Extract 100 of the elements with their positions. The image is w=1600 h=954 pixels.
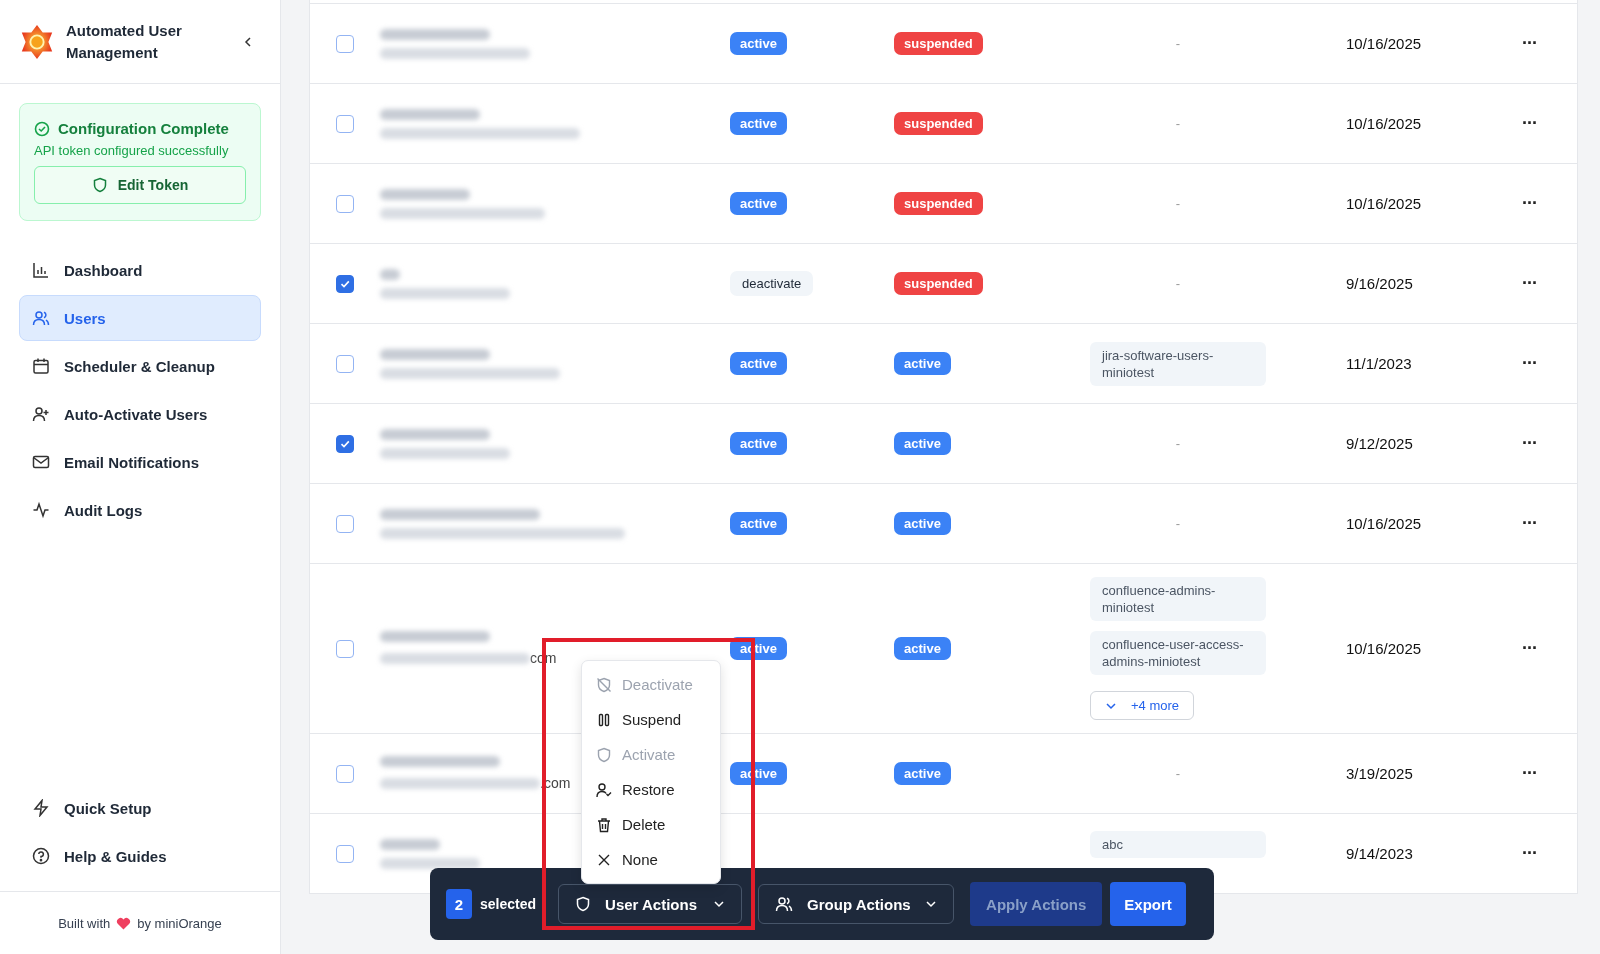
- users-icon: [775, 895, 794, 913]
- status-badge: active: [730, 352, 787, 375]
- empty-groups-dash: -: [1175, 116, 1181, 131]
- user-actions-dropdown[interactable]: User Actions: [558, 884, 743, 924]
- date-cell: 10/16/2025: [1346, 195, 1422, 212]
- row-menu-button[interactable]: ···: [1516, 432, 1543, 455]
- row-checkbox[interactable]: [336, 274, 354, 293]
- show-more-button[interactable]: +4 more: [1090, 691, 1195, 720]
- date-cell: 9/12/2025: [1346, 435, 1413, 452]
- group-chip: confluence-user-access-admins-miniotest: [1090, 631, 1266, 675]
- row-checkbox[interactable]: [336, 114, 354, 133]
- state-badge: active: [894, 432, 951, 455]
- row-menu-button[interactable]: ···: [1516, 637, 1543, 660]
- chart-icon: [32, 261, 50, 279]
- nav-item[interactable]: Dashboard: [19, 247, 261, 293]
- user-check-icon: [596, 781, 612, 798]
- nav-item[interactable]: Users: [19, 295, 261, 341]
- status-badge: active: [730, 32, 787, 55]
- nav-item[interactable]: Help & Guides: [19, 833, 261, 879]
- row-menu-button[interactable]: ···: [1516, 512, 1543, 535]
- redacted-name: [380, 838, 440, 850]
- nav-item[interactable]: Quick Setup: [19, 785, 261, 831]
- pause-icon: [596, 711, 612, 728]
- row-checkbox[interactable]: [336, 34, 354, 53]
- empty-groups-dash: -: [1175, 276, 1181, 291]
- state-badge: active: [894, 762, 951, 785]
- app-title: Automated User Management: [66, 20, 183, 63]
- footer-text: by miniOrange: [137, 915, 222, 931]
- menu-item[interactable]: Suspend: [582, 702, 720, 737]
- selected-count: 2: [446, 889, 472, 919]
- date-cell: 10/16/2025: [1346, 115, 1422, 132]
- empty-groups-dash: -: [1175, 766, 1181, 781]
- nav-item[interactable]: Audit Logs: [19, 487, 261, 533]
- empty-groups-dash: -: [1175, 196, 1181, 211]
- trash-icon: [596, 816, 612, 833]
- user-plus-icon: [32, 405, 50, 423]
- shield-icon: [91, 177, 108, 193]
- row-menu-button[interactable]: ···: [1516, 352, 1543, 375]
- row-checkbox[interactable]: [336, 354, 354, 373]
- configuration-message: API token configured successfully: [34, 143, 230, 158]
- row-checkbox[interactable]: [336, 844, 354, 863]
- row-menu-button[interactable]: ···: [1516, 842, 1543, 865]
- shield-icon: [596, 746, 612, 763]
- state-badge: active: [894, 637, 951, 660]
- date-cell: 10/16/2025: [1346, 35, 1422, 52]
- selected-label: selected: [480, 896, 537, 912]
- state-badge: suspended: [894, 192, 983, 215]
- row-menu-button[interactable]: ···: [1516, 192, 1543, 215]
- pulse-icon: [32, 501, 50, 519]
- date-cell: 11/1/2023: [1346, 355, 1412, 372]
- export-button[interactable]: Export: [1110, 882, 1186, 926]
- nav-item[interactable]: Scheduler & Cleanup: [19, 343, 261, 389]
- row-menu-button[interactable]: ···: [1516, 32, 1543, 55]
- check-circle-icon: [34, 120, 50, 137]
- row-checkbox[interactable]: [336, 194, 354, 213]
- nav-item[interactable]: Email Notifications: [19, 439, 261, 485]
- date-cell: 9/14/2023: [1346, 845, 1413, 862]
- menu-item[interactable]: Restore: [582, 772, 720, 807]
- calendar-icon: [32, 357, 50, 375]
- status-badge: active: [730, 512, 787, 535]
- state-badge: suspended: [894, 112, 983, 135]
- footer-text: Built with: [58, 915, 111, 931]
- collapse-chevron-icon[interactable]: [242, 35, 254, 48]
- date-cell: 10/16/2025: [1346, 640, 1422, 657]
- group-actions-dropdown[interactable]: Group Actions: [758, 884, 955, 924]
- group-chip: confluence-admins-miniotest: [1090, 577, 1266, 621]
- state-badge: active: [894, 512, 951, 535]
- row-menu-button[interactable]: ···: [1516, 112, 1543, 135]
- status-badge: active: [730, 432, 787, 455]
- help-icon: [32, 847, 50, 865]
- empty-groups-dash: -: [1175, 436, 1181, 451]
- row-checkbox[interactable]: [336, 434, 354, 453]
- status-badge: active: [730, 192, 787, 215]
- row-menu-button[interactable]: ···: [1516, 272, 1543, 295]
- date-cell: 3/19/2025: [1346, 765, 1413, 782]
- lightning-icon: [32, 799, 50, 817]
- edit-token-button[interactable]: Edit Token: [34, 166, 246, 204]
- date-cell: 9/16/2025: [1346, 275, 1413, 292]
- date-cell: 10/16/2025: [1346, 515, 1422, 532]
- redacted-name: [380, 268, 400, 280]
- status-badge: deactivate: [730, 271, 814, 296]
- nav-item[interactable]: Auto-Activate Users: [19, 391, 261, 437]
- state-badge: suspended: [894, 32, 983, 55]
- menu-item[interactable]: Delete: [582, 807, 720, 842]
- row-checkbox[interactable]: [336, 764, 354, 783]
- row-checkbox[interactable]: [336, 639, 354, 658]
- status-badge: active: [730, 112, 787, 135]
- state-badge: active: [894, 352, 951, 375]
- row-menu-button[interactable]: ···: [1516, 762, 1543, 785]
- group-chip: jira-software-users-miniotest: [1090, 341, 1266, 386]
- menu-item[interactable]: None: [582, 842, 720, 877]
- users-icon: [32, 309, 50, 327]
- configuration-title: Configuration Complete: [58, 120, 229, 137]
- caret-icon: [925, 898, 938, 910]
- shield-off-icon: [596, 676, 612, 693]
- row-checkbox[interactable]: [336, 514, 354, 533]
- shield-icon: [575, 896, 592, 912]
- state-badge: suspended: [894, 272, 983, 295]
- heart-icon: [116, 916, 132, 930]
- mail-icon: [32, 453, 50, 471]
